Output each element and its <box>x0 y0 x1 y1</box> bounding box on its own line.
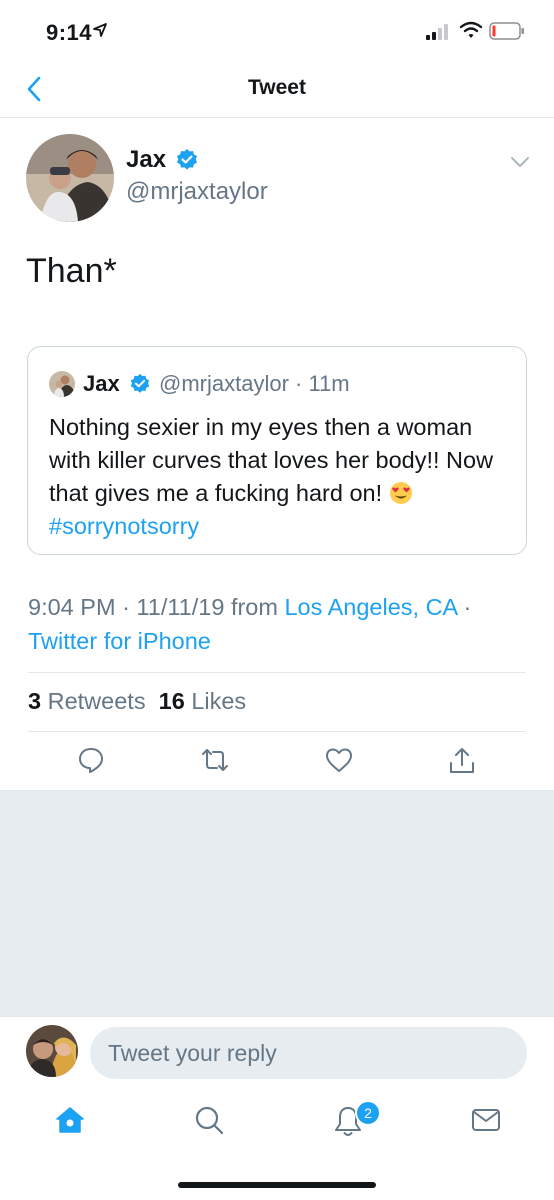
chevron-down-icon[interactable] <box>509 155 531 169</box>
notifications-badge: 2 <box>355 1100 381 1126</box>
my-avatar[interactable] <box>26 1025 78 1077</box>
reply-icon[interactable] <box>76 745 106 775</box>
status-time: 9:14 <box>46 20 93 45</box>
page-title: Tweet <box>248 76 306 99</box>
quoted-author-handle-and-age: @mrjaxtaylor · 11m <box>159 371 350 397</box>
tweet-meta: 9:04 PM · 11/11/19 from Los Angeles, CA … <box>28 590 528 658</box>
meta-separator: · <box>122 594 130 620</box>
likes-count: 16 <box>158 688 185 714</box>
nav-header: Tweet <box>0 62 554 118</box>
messages-icon[interactable] <box>470 1104 502 1136</box>
meta-separator-2: · <box>463 594 472 620</box>
quoted-author-handle: @mrjaxtaylor <box>159 371 289 396</box>
status-bar: 9:14 <box>0 0 554 62</box>
divider <box>28 672 526 673</box>
tweet-time: 9:04 PM <box>28 594 116 620</box>
retweets-count: 3 <box>28 688 42 714</box>
home-indicator[interactable] <box>178 1182 376 1188</box>
retweets-stat[interactable]: 3 Retweets <box>28 688 146 714</box>
from-label: from <box>230 594 278 620</box>
tweet-location-link[interactable]: Los Angeles, CA <box>284 594 456 620</box>
retweet-icon[interactable] <box>199 745 231 775</box>
author-avatar[interactable] <box>26 134 114 222</box>
tweet-stats: 3 Retweets 16 Likes <box>28 688 246 715</box>
wifi-icon <box>459 21 483 38</box>
quoted-tweet-text: Nothing sexier in my eyes then a woman w… <box>49 411 515 543</box>
signal-icon <box>426 24 448 40</box>
replies-area <box>0 790 554 1016</box>
like-icon[interactable] <box>324 745 354 775</box>
author-name[interactable]: Jax <box>126 146 166 174</box>
likes-stat[interactable]: 16 Likes <box>159 688 247 714</box>
share-icon[interactable] <box>447 745 477 777</box>
reply-bar: Tweet your reply <box>0 1016 554 1088</box>
location-arrow-icon <box>93 23 107 37</box>
tweet-source-link[interactable]: Twitter for iPhone <box>28 628 211 654</box>
quoted-hashtag[interactable]: #sorrynotsorry <box>49 513 199 539</box>
search-icon[interactable] <box>193 1104 225 1136</box>
home-icon[interactable] <box>54 1104 86 1136</box>
reply-input[interactable]: Tweet your reply <box>90 1027 527 1079</box>
quoted-verified-badge-icon <box>130 373 150 393</box>
likes-label: Likes <box>191 688 247 714</box>
tweet-date: 11/11/19 <box>136 594 225 620</box>
quoted-tweet-card[interactable]: Jax @mrjaxtaylor · 11m Nothing sexier in… <box>27 346 527 555</box>
divider <box>28 731 526 732</box>
tweet-text: Than* <box>26 252 117 290</box>
retweets-label: Retweets <box>47 688 146 714</box>
quoted-author-name: Jax <box>83 371 120 396</box>
verified-badge-icon <box>177 149 197 170</box>
heart-eyes-emoji-icon <box>389 482 412 504</box>
author-handle[interactable]: @mrjaxtaylor <box>126 178 268 206</box>
quoted-author-avatar <box>49 371 75 397</box>
quoted-tweet-age: · 11m <box>295 371 350 396</box>
battery-icon <box>489 22 524 40</box>
quoted-text-main: Nothing sexier in my eyes then a woman w… <box>49 414 494 506</box>
